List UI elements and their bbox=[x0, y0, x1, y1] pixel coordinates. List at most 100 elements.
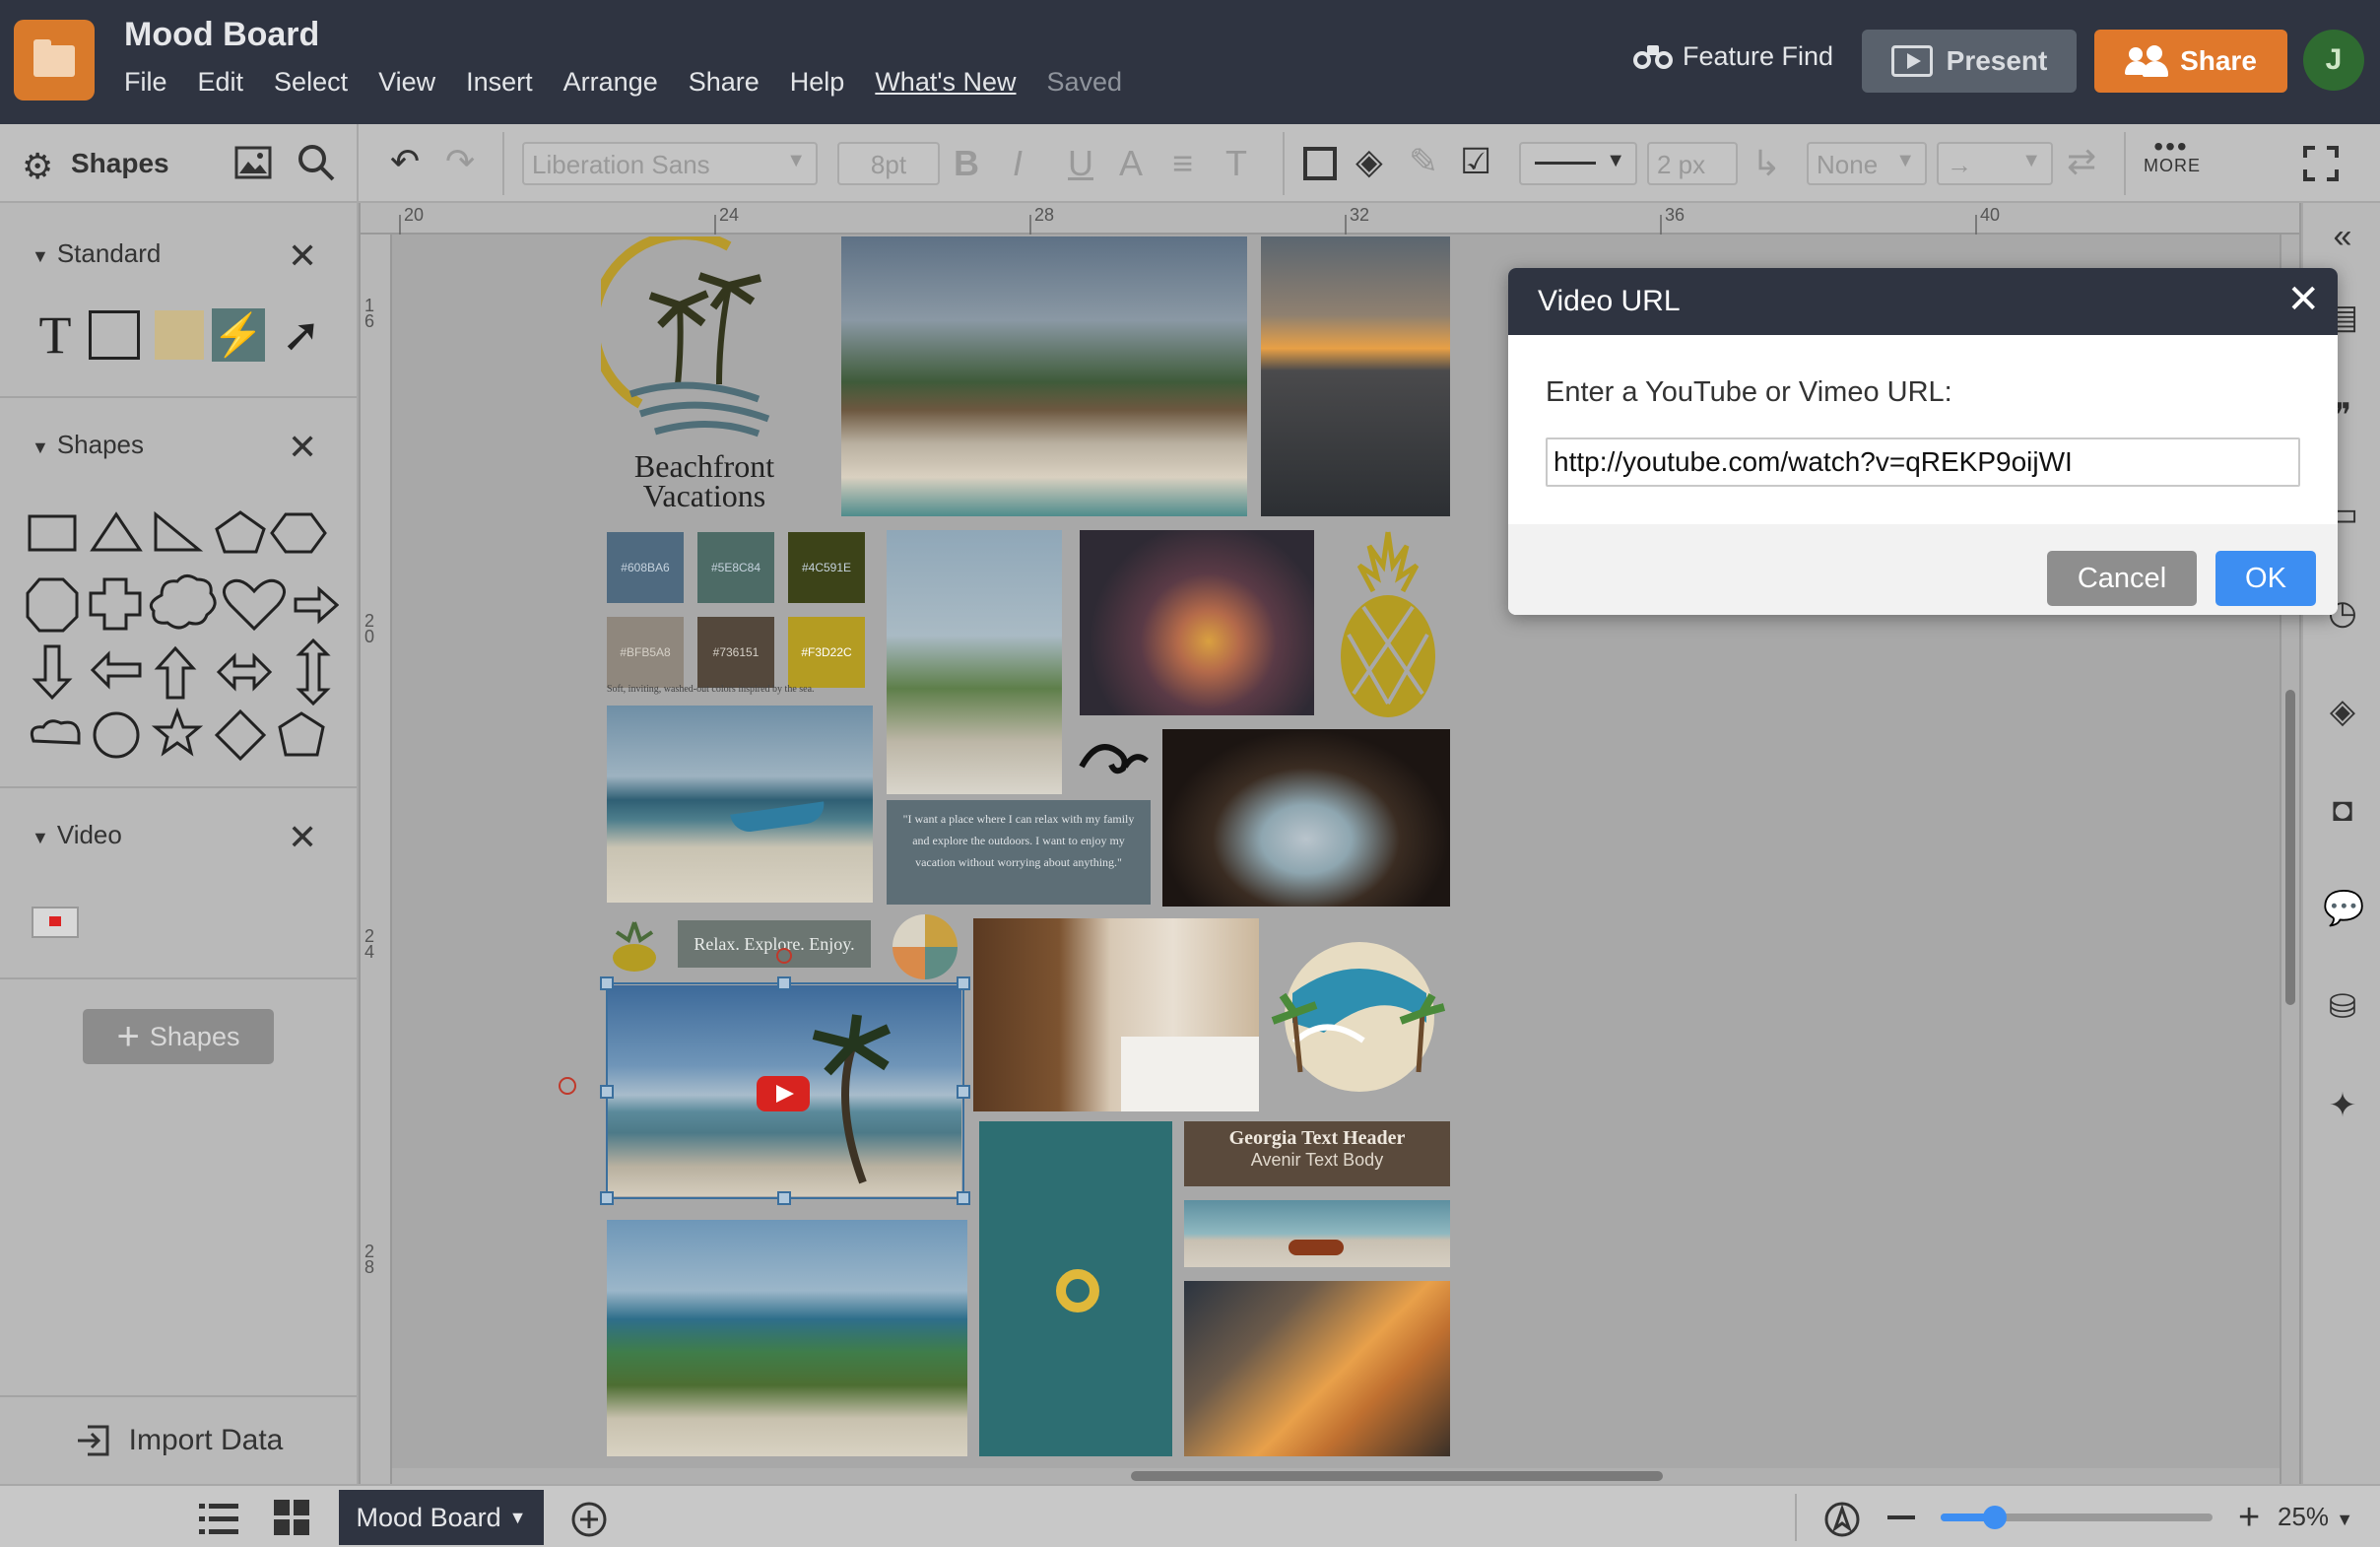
layers-icon[interactable]: ◈ bbox=[2323, 692, 2362, 731]
typography-card[interactable]: Georgia Text Header Avenir Text Body bbox=[1184, 1121, 1450, 1186]
menu-edit[interactable]: Edit bbox=[198, 67, 244, 98]
zoom-slider[interactable] bbox=[1941, 1506, 2213, 1529]
line-width-select[interactable]: 2 px bbox=[1647, 142, 1738, 185]
comments-icon[interactable]: 💬 bbox=[2323, 889, 2364, 928]
add-shapes-button[interactable]: + Shapes bbox=[83, 1009, 274, 1064]
redo-icon[interactable]: ↷ bbox=[445, 144, 475, 179]
menu-share[interactable]: Share bbox=[689, 67, 760, 98]
zoom-in-icon[interactable]: + bbox=[2238, 1499, 2260, 1536]
swatch[interactable]: #736151 bbox=[697, 617, 774, 688]
font-size-select[interactable]: 8pt bbox=[837, 142, 940, 185]
tree-beach-photo[interactable] bbox=[607, 1220, 967, 1456]
feature-find-button[interactable]: Feature Find bbox=[1633, 41, 1833, 72]
shapes-tab[interactable]: ⚙ Shapes bbox=[0, 124, 359, 203]
ok-button[interactable]: OK bbox=[2215, 551, 2316, 606]
text-color-icon[interactable]: A bbox=[1119, 146, 1143, 181]
italic-icon[interactable]: I bbox=[1013, 146, 1023, 181]
magic-wand-icon[interactable]: ✦ bbox=[2323, 1086, 2362, 1125]
bold-icon[interactable]: B bbox=[954, 146, 979, 181]
font-family-select[interactable]: Liberation Sans ▼ bbox=[522, 142, 818, 185]
line-color-icon[interactable]: ✎ bbox=[1409, 144, 1438, 179]
sticky-note-icon[interactable] bbox=[150, 305, 209, 365]
line-style-select[interactable]: ▼ bbox=[1519, 142, 1637, 185]
swatch[interactable]: #4C591E bbox=[788, 532, 865, 603]
swing-sunset-photo[interactable] bbox=[1184, 1281, 1450, 1456]
zoom-level[interactable]: 25% ▼ bbox=[2278, 1502, 2353, 1532]
user-avatar[interactable]: J bbox=[2303, 30, 2364, 91]
text-shape-icon[interactable]: T bbox=[26, 305, 85, 365]
app-logo-icon[interactable] bbox=[14, 20, 95, 101]
swatch[interactable]: #BFB5A8 bbox=[607, 617, 684, 688]
sea-cave-photo[interactable] bbox=[1162, 729, 1450, 907]
section-shapes-header[interactable]: ▼ Shapes bbox=[32, 430, 144, 460]
palm-trees-photo[interactable] bbox=[887, 530, 1062, 794]
bedroom-photo[interactable] bbox=[973, 918, 1259, 1111]
menu-insert[interactable]: Insert bbox=[466, 67, 533, 98]
close-icon[interactable]: ✕ bbox=[2286, 280, 2320, 319]
menu-bar: File Edit Select View Insert Arrange Sha… bbox=[124, 67, 1153, 98]
underline-icon[interactable]: U bbox=[1068, 146, 1093, 181]
sunglasses-photo[interactable] bbox=[1184, 1200, 1450, 1267]
search-icon[interactable] bbox=[296, 142, 337, 183]
menu-select[interactable]: Select bbox=[274, 67, 348, 98]
basic-shapes-grid[interactable] bbox=[24, 497, 339, 763]
horizontal-scrollbar[interactable] bbox=[392, 1468, 2280, 1484]
shape-style-icon[interactable]: ☑ bbox=[1460, 144, 1491, 179]
page-tab[interactable]: Mood Board ▼ bbox=[339, 1490, 544, 1545]
arrow-start-select[interactable]: None ▼ bbox=[1807, 142, 1927, 185]
fill-drop-icon[interactable]: ◘ bbox=[2323, 790, 2362, 830]
ocean-sunset-photo[interactable] bbox=[1261, 236, 1450, 516]
swatch[interactable]: #5E8C84 bbox=[697, 532, 774, 603]
zoom-out-icon[interactable] bbox=[1887, 1515, 1915, 1519]
grid-view-icon[interactable] bbox=[274, 1500, 311, 1537]
beach-hut-photo[interactable] bbox=[841, 236, 1247, 516]
menu-whats-new[interactable]: What's New bbox=[875, 67, 1016, 98]
swatch[interactable]: #F3D22C bbox=[788, 617, 865, 688]
menu-help[interactable]: Help bbox=[790, 67, 845, 98]
close-section-video-icon[interactable]: ✕ bbox=[288, 820, 317, 855]
present-button[interactable]: Present bbox=[1862, 30, 2077, 93]
align-icon[interactable]: ≡ bbox=[1172, 146, 1193, 181]
swap-icon[interactable]: ⇄ bbox=[2067, 144, 2096, 179]
navigation-icon[interactable] bbox=[1822, 1500, 1862, 1539]
arrow-line-icon[interactable]: ➚ bbox=[272, 305, 331, 365]
rectangle-shape-icon[interactable] bbox=[85, 305, 144, 365]
undo-icon[interactable]: ↶ bbox=[390, 144, 420, 179]
arrow-end-select[interactable]: → ▼ bbox=[1937, 142, 2053, 185]
list-view-icon[interactable] bbox=[199, 1502, 240, 1537]
beach-wave-graphic[interactable] bbox=[1265, 924, 1454, 1110]
tropical-drink-photo[interactable] bbox=[1080, 530, 1314, 715]
add-page-icon[interactable] bbox=[569, 1500, 609, 1539]
cancel-button[interactable]: Cancel bbox=[2047, 551, 2197, 606]
section-video-header[interactable]: ▼ Video bbox=[32, 820, 122, 850]
wave-icon[interactable] bbox=[1076, 721, 1151, 782]
video-url-input[interactable] bbox=[1546, 437, 2300, 487]
close-section-shapes-icon[interactable]: ✕ bbox=[288, 430, 317, 465]
section-standard-header[interactable]: ▼ Standard bbox=[32, 238, 161, 269]
swatch[interactable]: #608BA6 bbox=[607, 532, 684, 603]
data-linking-icon[interactable]: ⛁ bbox=[2323, 987, 2362, 1027]
fullscreen-icon[interactable] bbox=[2301, 144, 2341, 183]
video-shape-icon[interactable] bbox=[32, 907, 79, 938]
beachfront-logo[interactable]: Beachfront Vacations bbox=[601, 236, 808, 532]
text-options-icon[interactable]: T bbox=[1225, 146, 1247, 181]
import-data-button[interactable]: Import Data bbox=[0, 1395, 357, 1484]
selection-handles[interactable] bbox=[589, 840, 989, 1214]
chevron-down-icon[interactable]: ▼ bbox=[509, 1508, 527, 1528]
rotate-handle[interactable] bbox=[558, 1076, 577, 1096]
document-title[interactable]: Mood Board bbox=[124, 16, 319, 54]
fill-icon[interactable]: ◈ bbox=[1355, 144, 1383, 179]
aerial-swimmer-photo[interactable] bbox=[979, 1121, 1172, 1456]
pineapple-graphic[interactable] bbox=[1334, 526, 1442, 719]
menu-arrange[interactable]: Arrange bbox=[563, 67, 658, 98]
more-button[interactable]: ••• MORE bbox=[2144, 133, 2200, 176]
image-icon[interactable] bbox=[234, 144, 272, 181]
collapse-panel-icon[interactable]: « bbox=[2323, 217, 2362, 256]
menu-file[interactable]: File bbox=[124, 67, 167, 98]
shape-border-icon[interactable] bbox=[1300, 144, 1340, 183]
share-button[interactable]: Share bbox=[2094, 30, 2287, 93]
menu-view[interactable]: View bbox=[378, 67, 435, 98]
connector-icon[interactable]: ↳ bbox=[1752, 146, 1781, 181]
close-section-standard-icon[interactable]: ✕ bbox=[288, 238, 317, 274]
quick-action-icon[interactable]: ⚡ bbox=[209, 305, 268, 365]
